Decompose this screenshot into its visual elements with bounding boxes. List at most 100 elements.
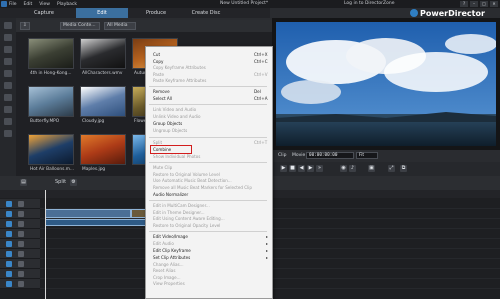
context-menu-item[interactable]: View Properties	[153, 281, 185, 286]
track-enable-icon[interactable]	[6, 281, 12, 287]
track-enable-icon[interactable]	[6, 241, 12, 247]
track-lock-icon[interactable]	[18, 271, 24, 277]
context-menu-item[interactable]: Show Individual Photos	[153, 154, 200, 159]
undock-icon[interactable]: ⧉	[400, 165, 407, 172]
tab-capture[interactable]: Capture	[20, 8, 68, 18]
fx-room-icon[interactable]	[4, 34, 12, 41]
media-thumbnail[interactable]	[80, 134, 126, 165]
track-header[interactable]	[0, 259, 40, 269]
tab-produce[interactable]: Produce	[134, 8, 178, 18]
context-menu-item[interactable]: Copy Keyframe Attributes	[153, 65, 206, 70]
track-lock-icon[interactable]	[18, 281, 24, 287]
track-lock-icon[interactable]	[18, 251, 24, 257]
title-room-icon[interactable]	[4, 70, 12, 77]
media-room-icon[interactable]	[4, 22, 12, 29]
audio-mix-room-icon[interactable]	[4, 94, 12, 101]
media-content-dropdown[interactable]: Media Conte...	[60, 22, 100, 30]
import-icon[interactable]: ⇩	[20, 22, 30, 30]
minimize-icon[interactable]: –	[470, 1, 478, 7]
track-enable-icon[interactable]	[6, 201, 12, 207]
previous-frame-icon[interactable]: ◀	[298, 165, 305, 172]
volume-icon[interactable]: ♪	[349, 165, 356, 172]
login-link[interactable]: Log in to DirectorZone	[344, 1, 394, 6]
context-menu-item[interactable]: Crop Image...	[153, 275, 181, 280]
context-menu-item[interactable]: Remove	[153, 89, 170, 94]
track-enable-icon[interactable]	[6, 231, 12, 237]
context-menu-item[interactable]: Cut	[153, 52, 160, 57]
context-menu-item[interactable]: Edit in Theme Designer...	[153, 210, 205, 215]
playhead[interactable]	[45, 190, 46, 299]
context-menu-item[interactable]: Copy	[153, 59, 163, 64]
context-menu-item[interactable]: Unlink Video and Audio	[153, 114, 201, 119]
menu-playback[interactable]: Playback	[57, 2, 77, 7]
help-icon[interactable]: ?	[460, 1, 468, 7]
context-menu-item[interactable]: Select All	[153, 96, 172, 101]
track-lock-icon[interactable]	[18, 221, 24, 227]
subtitle-room-icon[interactable]	[4, 130, 12, 137]
pip-room-icon[interactable]	[4, 46, 12, 53]
context-menu-item[interactable]: Group Objects	[153, 121, 182, 126]
track-lock-icon[interactable]	[18, 211, 24, 217]
track-enable-icon[interactable]	[6, 261, 12, 267]
tab-create-disc[interactable]: Create Disc	[180, 8, 232, 18]
menu-edit[interactable]: Edit	[24, 2, 33, 7]
track-enable-icon[interactable]	[6, 211, 12, 217]
media-thumbnail[interactable]	[28, 38, 74, 69]
movie-mode-toggle[interactable]: Movie	[292, 153, 305, 158]
track-lock-icon[interactable]	[18, 231, 24, 237]
transition-room-icon[interactable]	[4, 82, 12, 89]
media-type-dropdown[interactable]: All Media	[104, 22, 136, 30]
context-menu-item[interactable]: Edit in MultiCam Designer...	[153, 203, 210, 208]
media-thumbnail[interactable]	[80, 38, 126, 69]
close-icon[interactable]: ✕	[490, 1, 498, 7]
context-menu-item[interactable]: Audio Normalizer	[153, 192, 188, 197]
track-header[interactable]	[0, 229, 40, 239]
media-thumbnail[interactable]	[80, 86, 126, 117]
snapshot-icon[interactable]: ◉	[340, 165, 347, 172]
timeline-clip[interactable]	[45, 209, 131, 218]
track-enable-icon[interactable]	[6, 221, 12, 227]
menu-file[interactable]: File	[9, 2, 17, 7]
stop-icon[interactable]: ■	[289, 165, 296, 172]
track-header[interactable]	[0, 249, 40, 259]
context-menu-item[interactable]: Change Alias...	[153, 262, 184, 267]
track-lock-icon[interactable]	[18, 201, 24, 207]
context-menu-item[interactable]: Restore to Original Volume Level	[153, 172, 220, 177]
track-lock-icon[interactable]	[18, 261, 24, 267]
context-menu-item[interactable]: Edit Audio	[153, 241, 174, 246]
particle-room-icon[interactable]	[4, 58, 12, 65]
media-thumbnail[interactable]	[28, 86, 74, 117]
fullscreen-icon[interactable]: ⤢	[388, 165, 395, 172]
context-menu-item[interactable]: Edit Video/Image	[153, 234, 188, 239]
track-header[interactable]	[0, 199, 40, 209]
track-enable-icon[interactable]	[6, 251, 12, 257]
zoom-fit-select[interactable]: Fit	[356, 152, 378, 159]
track-enable-icon[interactable]	[6, 271, 12, 277]
context-menu-item[interactable]: Set Clip Attributes	[153, 255, 190, 260]
voice-over-room-icon[interactable]	[4, 106, 12, 113]
media-thumbnail[interactable]	[28, 134, 74, 165]
fast-forward-icon[interactable]: »	[316, 165, 323, 172]
3d-icon[interactable]: ▣	[368, 165, 375, 172]
context-menu-item[interactable]: Restore to Original Opacity Level	[153, 223, 220, 228]
context-menu-item[interactable]: Ungroup Objects	[153, 128, 187, 133]
storyboard-icon[interactable]: ▤	[20, 179, 27, 186]
next-frame-icon[interactable]: ▶	[307, 165, 314, 172]
track-header[interactable]	[0, 239, 40, 249]
context-menu-item[interactable]: Reset Alias	[153, 268, 175, 273]
play-icon[interactable]: ▶	[280, 165, 287, 172]
context-menu-item[interactable]: Paste Keyframe Attributes	[153, 78, 206, 83]
tab-edit[interactable]: Edit	[76, 8, 128, 18]
tools-icon[interactable]: ⚙	[70, 179, 77, 186]
menu-view[interactable]: View	[39, 2, 50, 7]
track-header[interactable]	[0, 209, 40, 219]
timecode-field[interactable]: 00:00:00:00	[306, 152, 354, 159]
context-menu-item[interactable]: Link Video and Audio	[153, 107, 196, 112]
track-lock-icon[interactable]	[18, 241, 24, 247]
timeline-audio-clip[interactable]	[45, 219, 151, 226]
context-menu-item[interactable]: Edit Using Content Aware Editing...	[153, 216, 225, 221]
split-button[interactable]: Split	[55, 179, 66, 185]
context-menu-item[interactable]: Use Automatic Music Beat Detection...	[153, 178, 232, 183]
chapter-room-icon[interactable]	[4, 118, 12, 125]
track-header[interactable]	[0, 279, 40, 289]
